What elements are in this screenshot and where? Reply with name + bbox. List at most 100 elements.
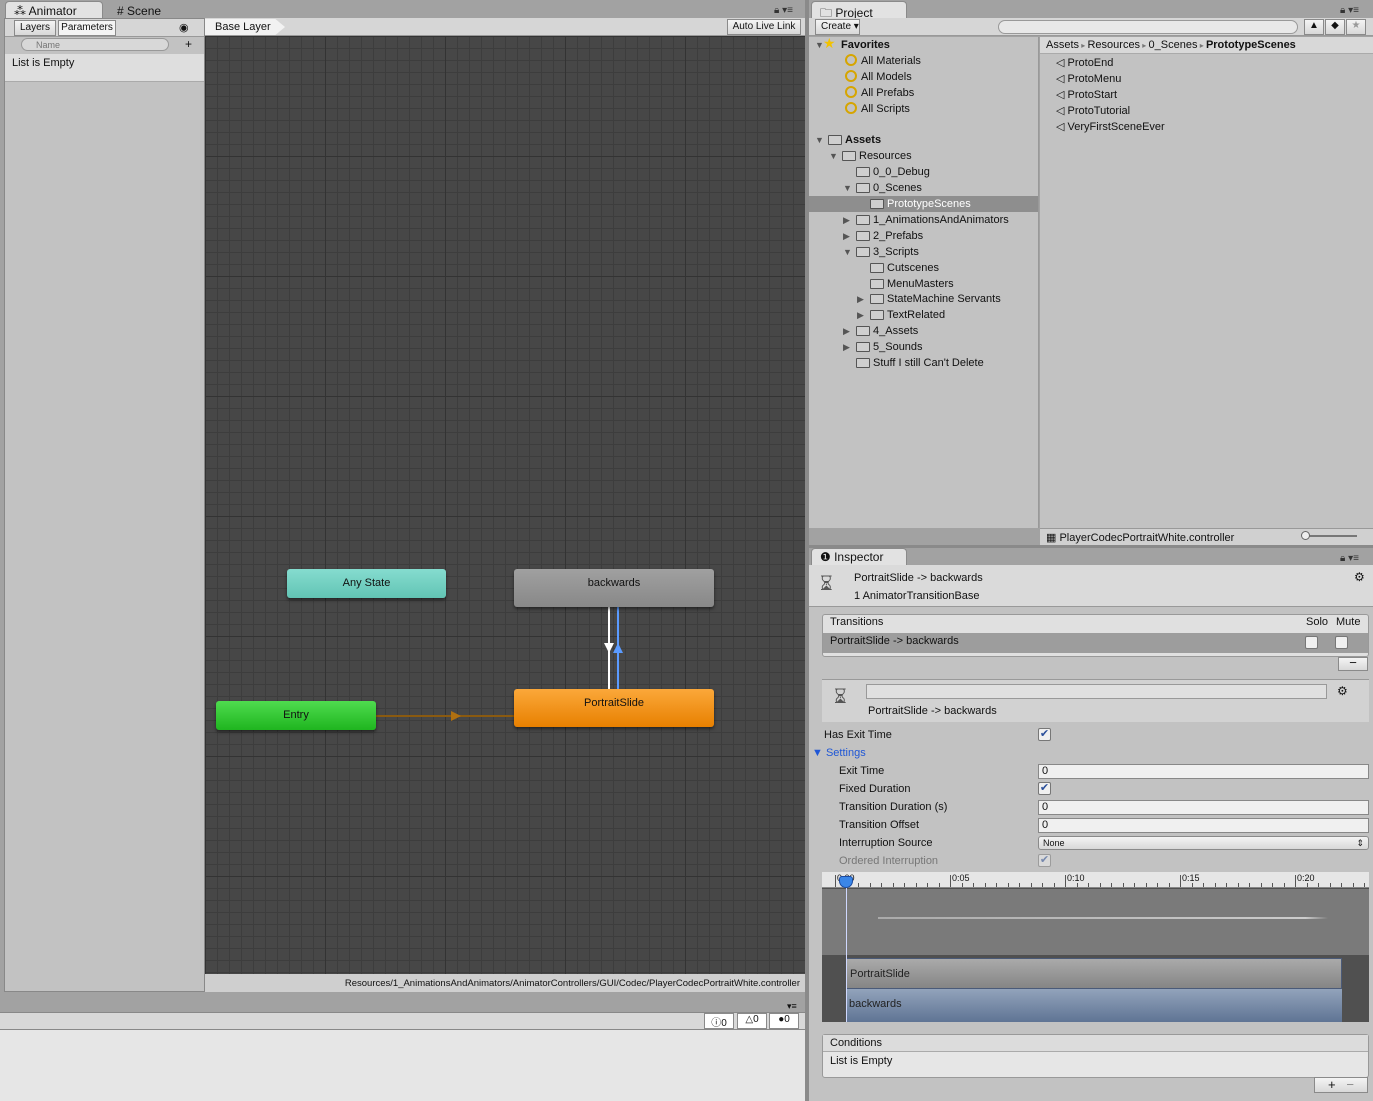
file-item[interactable]: ◁ VeryFirstSceneEver (1056, 119, 1165, 135)
star-icon[interactable]: ★ (1346, 19, 1366, 35)
mute-checkbox[interactable] (1335, 636, 1348, 649)
tree-item[interactable]: ▼ Resources (809, 148, 1038, 164)
menu-icon[interactable]: ▾≡ (787, 1001, 797, 1012)
tab-parameters[interactable]: Parameters (58, 20, 116, 36)
tree-item[interactable]: ▶ 5_Sounds (809, 339, 1038, 355)
icon-size-slider[interactable] (1301, 531, 1357, 540)
breadcrumb-item[interactable]: Assets (1046, 39, 1079, 51)
create-dropdown[interactable]: Create ▾ (815, 19, 860, 35)
warning-toggle[interactable]: △0 (737, 1013, 767, 1029)
tree-item[interactable]: MenuMasters (809, 276, 1038, 292)
tree-item[interactable]: ▶ StateMachine Servants (809, 291, 1038, 307)
track-portrait-slide[interactable]: PortraitSlide (846, 958, 1342, 989)
track-backwards[interactable]: backwards (846, 989, 1342, 1022)
lock-icon[interactable]: 🔒︎ ▾≡ (1340, 553, 1359, 564)
triangle-right-icon[interactable]: ▶ (857, 307, 864, 323)
tab-project[interactable]: 🗀︎ Project (811, 1, 907, 20)
triangle-down-icon[interactable]: ▼ (815, 132, 824, 148)
transition-duration-field[interactable]: 0 (1038, 800, 1369, 815)
tab-layers[interactable]: Layers (14, 20, 56, 36)
transition-row[interactable]: PortraitSlide -> backwards (823, 633, 1368, 653)
tab-inspector[interactable]: ❶ Inspector (811, 548, 907, 565)
triangle-right-icon[interactable]: ▶ (857, 291, 864, 307)
arrow-up-icon (613, 643, 623, 653)
file-item[interactable]: ◁ ProtoMenu (1056, 71, 1121, 87)
playhead[interactable] (846, 882, 847, 1022)
remove-transition-button[interactable]: − (1338, 656, 1368, 671)
remove-condition-button[interactable]: − (1346, 1077, 1354, 1092)
tree-item[interactable]: ▶ 4_Assets (809, 323, 1038, 339)
breadcrumb-item[interactable]: PrototypeScenes (1206, 39, 1296, 51)
auto-live-link-button[interactable]: Auto Live Link (727, 19, 801, 35)
tree-item[interactable]: Cutscenes (809, 260, 1038, 276)
breadcrumb-item[interactable]: 0_Scenes (1149, 39, 1198, 51)
tree-item[interactable]: PrototypeScenes (809, 196, 1038, 212)
triangle-down-icon[interactable]: ▼ (829, 148, 838, 164)
label-tag-icon[interactable]: ◆ (1325, 19, 1345, 35)
breadcrumb-item[interactable]: Resources (1087, 39, 1140, 51)
state-backwards[interactable]: backwards (514, 569, 714, 607)
transition-label: PortraitSlide -> backwards (868, 705, 997, 717)
triangle-right-icon[interactable]: ▶ (843, 339, 850, 355)
error-toggle[interactable]: ●0 (769, 1013, 799, 1029)
tree-item[interactable]: All Models (809, 69, 1038, 85)
tree-item[interactable]: All Scripts (809, 101, 1038, 117)
lock-icon[interactable]: 🔒︎ ▾≡ (1340, 5, 1359, 16)
tree-item[interactable]: ▶ 2_Prefabs (809, 228, 1038, 244)
tab-scene[interactable]: # Scene (108, 1, 188, 19)
ruler-tick (1226, 883, 1227, 887)
tree-item-label: 5_Sounds (873, 341, 923, 354)
eye-icon[interactable]: ◉ (179, 21, 189, 34)
triangle-down-icon[interactable]: ▼ (843, 244, 852, 260)
triangle-down-icon[interactable]: ▼ (843, 180, 852, 196)
unity-scene-icon: ◁ (1056, 57, 1068, 69)
tree-item[interactable]: ▼ ★ Favorites (809, 35, 1038, 53)
tree-item[interactable]: ▼ Assets (809, 132, 1038, 148)
has-exit-time-checkbox[interactable]: ✔ (1038, 728, 1051, 741)
state-any-state[interactable]: Any State (287, 569, 446, 598)
tree-item[interactable]: ▼ 0_Scenes (809, 180, 1038, 196)
file-item[interactable]: ◁ ProtoEnd (1056, 55, 1113, 71)
breadcrumb-base-layer[interactable]: Base Layer (205, 19, 285, 35)
file-item[interactable]: ◁ ProtoStart (1056, 87, 1117, 103)
tree-item[interactable]: ▼ 3_Scripts (809, 244, 1038, 260)
exit-time-field[interactable]: 0 (1038, 764, 1369, 779)
triangle-right-icon[interactable]: ▶ (843, 212, 850, 228)
add-condition-button[interactable]: + (1328, 1077, 1336, 1092)
info-toggle[interactable]: ⓘ0 (704, 1013, 734, 1029)
parameter-search-input[interactable] (21, 38, 169, 51)
tree-item[interactable]: All Prefabs (809, 85, 1038, 101)
ruler-tick (1157, 883, 1158, 887)
state-entry[interactable]: Entry (216, 701, 376, 730)
project-search-input[interactable] (998, 20, 1298, 34)
ruler-tick (1088, 883, 1089, 887)
add-parameter-icon[interactable]: + (185, 37, 192, 51)
transition-timeline[interactable]: 0:000:050:100:150:20 PortraitSlide backw… (822, 872, 1369, 1022)
tree-item[interactable]: All Materials (809, 53, 1038, 69)
file-label: ProtoTutorial (1067, 105, 1131, 117)
settings-foldout[interactable]: ▼ Settings (812, 747, 866, 759)
filter-type-icon[interactable]: ▲ (1304, 19, 1324, 35)
file-item[interactable]: ◁ ProtoTutorial (1056, 103, 1130, 119)
tree-item[interactable]: Stuff I still Can't Delete (809, 355, 1038, 371)
lock-icon[interactable]: 🔒︎ ▾≡ (774, 5, 793, 16)
tree-item[interactable]: 0_0_Debug (809, 164, 1038, 180)
state-portrait-slide[interactable]: PortraitSlide (514, 689, 714, 727)
tab-animator[interactable]: ⁂ Animator (5, 1, 103, 19)
state-machine-graph[interactable]: Any State backwards PortraitSlide Entry (205, 36, 805, 974)
tree-item[interactable]: ▶ TextRelated (809, 307, 1038, 323)
transition-offset-field[interactable]: 0 (1038, 818, 1369, 833)
ruler-label: 0:20 (1297, 873, 1315, 883)
interruption-source-dropdown[interactable]: None ⇕ (1038, 836, 1369, 850)
console-log[interactable] (0, 1030, 806, 1101)
tree-item[interactable]: ▶ 1_AnimationsAndAnimators (809, 212, 1038, 228)
gear-icon[interactable]: ⚙ (1337, 684, 1348, 698)
solo-header: Solo (1306, 616, 1329, 628)
triangle-right-icon[interactable]: ▶ (843, 323, 850, 339)
triangle-right-icon[interactable]: ▶ (843, 228, 850, 244)
conditions-empty: List is Empty (830, 1055, 893, 1067)
gear-icon[interactable]: ⚙ (1354, 570, 1365, 584)
transition-name-input[interactable] (866, 684, 1327, 699)
solo-checkbox[interactable] (1305, 636, 1318, 649)
fixed-duration-checkbox[interactable]: ✔ (1038, 782, 1051, 795)
